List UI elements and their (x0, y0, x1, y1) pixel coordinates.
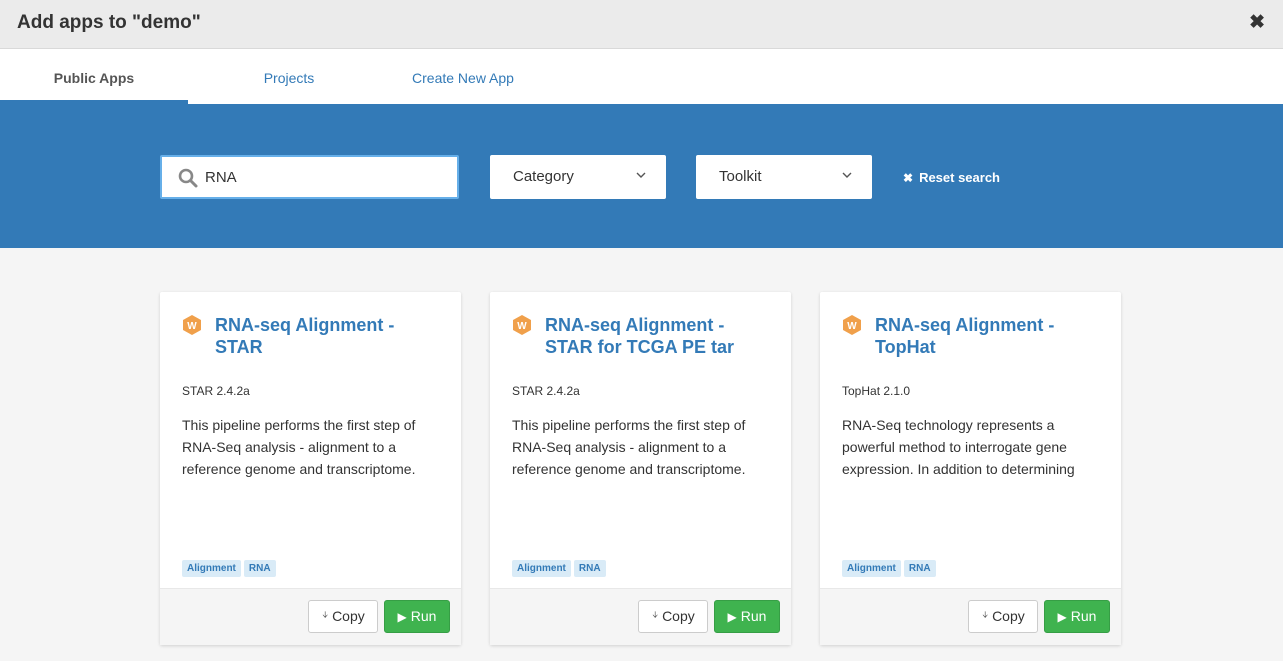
svg-text:W: W (517, 321, 527, 332)
app-title[interactable]: RNA-seq Alignment - TopHat (875, 314, 1100, 358)
play-icon: ▶ (397, 610, 407, 624)
app-description: This pipeline performs the first step of… (182, 417, 416, 477)
app-tags: Alignment RNA (842, 558, 939, 577)
reset-x-icon: ✖ (903, 171, 914, 185)
category-dropdown[interactable]: Category (490, 155, 666, 199)
tab-create-new-app[interactable]: Create New App (398, 49, 528, 104)
run-button-label: Run (1070, 608, 1097, 624)
reset-search-label: Reset search (919, 170, 1001, 185)
app-title[interactable]: RNA-seq Alignment - STAR (215, 314, 440, 358)
fork-icon: ᛎ (321, 609, 330, 624)
fork-icon: ᛎ (981, 609, 990, 624)
workflow-icon: W (513, 315, 531, 335)
tab-public-apps[interactable]: Public Apps (0, 49, 188, 104)
run-button-label: Run (410, 608, 437, 624)
tag-rna[interactable]: RNA (903, 560, 936, 577)
search-box[interactable] (160, 155, 459, 199)
app-version: STAR 2.4.2a (182, 384, 250, 398)
workflow-icon: W (183, 315, 201, 335)
app-card-star: W RNA-seq Alignment - STAR STAR 2.4.2a T… (160, 292, 461, 645)
category-dropdown-label: Category (513, 168, 574, 185)
app-title[interactable]: RNA-seq Alignment - STAR for TCGA PE tar (545, 314, 770, 358)
search-panel: Category Toolkit ✖ Reset search (0, 104, 1283, 248)
copy-button-label: Copy (332, 608, 365, 624)
tab-bar: Public Apps Projects Create New App (0, 49, 1283, 104)
svg-text:W: W (187, 321, 197, 332)
copy-button[interactable]: ᛎ Copy (638, 600, 708, 633)
dialog-title: Add apps to "demo" (17, 12, 201, 33)
tag-rna[interactable]: RNA (573, 560, 606, 577)
app-card-star-tcga: W RNA-seq Alignment - STAR for TCGA PE t… (490, 292, 791, 645)
card-footer: ᛎ Copy ▶ Run (490, 588, 791, 645)
copy-button[interactable]: ᛎ Copy (308, 600, 378, 633)
app-tags: Alignment RNA (512, 558, 609, 577)
tag-alignment[interactable]: Alignment (512, 560, 571, 577)
run-button-label: Run (740, 608, 767, 624)
app-version: TopHat 2.1.0 (842, 384, 911, 398)
chevron-down-icon (636, 172, 646, 178)
search-input[interactable] (205, 157, 445, 197)
copy-button[interactable]: ᛎ Copy (968, 600, 1038, 633)
chevron-down-icon (842, 172, 852, 178)
tag-alignment[interactable]: Alignment (182, 560, 241, 577)
run-button[interactable]: ▶ Run (384, 600, 450, 633)
app-version: STAR 2.4.2a (512, 384, 580, 398)
workflow-icon: W (843, 315, 861, 335)
card-footer: ᛎ Copy ▶ Run (160, 588, 461, 645)
close-icon[interactable]: ✖ (1249, 13, 1265, 33)
app-description: RNA-Seq technology represents a powerful… (842, 417, 1075, 477)
fork-icon: ᛎ (651, 609, 660, 624)
dialog-header: Add apps to "demo" ✖ (0, 0, 1283, 49)
svg-text:W: W (847, 321, 857, 332)
tag-alignment[interactable]: Alignment (842, 560, 901, 577)
tag-rna[interactable]: RNA (243, 560, 276, 577)
tab-projects[interactable]: Projects (236, 49, 342, 104)
reset-search-link[interactable]: ✖ Reset search (903, 170, 1000, 185)
play-icon: ▶ (727, 610, 737, 624)
toolkit-dropdown-label: Toolkit (719, 168, 762, 185)
card-footer: ᛎ Copy ▶ Run (820, 588, 1121, 645)
toolkit-dropdown[interactable]: Toolkit (696, 155, 872, 199)
run-button[interactable]: ▶ Run (1044, 600, 1110, 633)
search-icon (178, 168, 198, 188)
copy-button-label: Copy (662, 608, 695, 624)
app-tags: Alignment RNA (182, 558, 279, 577)
app-card-tophat: W RNA-seq Alignment - TopHat TopHat 2.1.… (820, 292, 1121, 645)
run-button[interactable]: ▶ Run (714, 600, 780, 633)
play-icon: ▶ (1057, 610, 1067, 624)
copy-button-label: Copy (992, 608, 1025, 624)
app-description: This pipeline performs the first step of… (512, 417, 746, 477)
